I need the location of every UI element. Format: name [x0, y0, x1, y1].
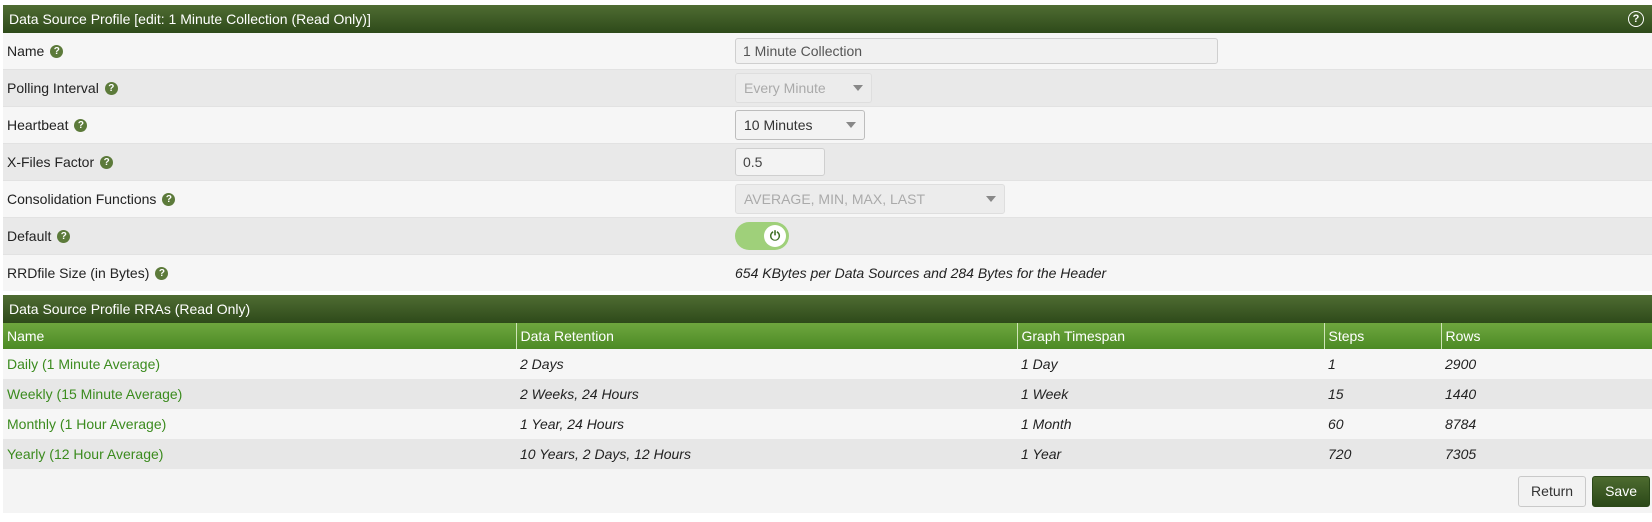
page-title: Data Source Profile [edit: 1 Minute Coll… — [9, 11, 371, 27]
return-button[interactable]: Return — [1518, 475, 1587, 507]
chevron-down-icon — [846, 122, 856, 128]
field-label: RRDfile Size (in Bytes) — [7, 265, 150, 281]
help-icon[interactable]: ? — [104, 81, 118, 95]
column-header[interactable]: Name — [3, 323, 517, 349]
form-row-default: Default? ⏻ — [3, 218, 1652, 255]
data-retention: 1 Year, 24 Hours — [516, 409, 1017, 439]
data-retention: 2 Weeks, 24 Hours — [516, 379, 1017, 409]
table-row: Monthly (1 Hour Average) 1 Year, 24 Hour… — [3, 409, 1652, 439]
column-header[interactable]: Data Retention — [516, 323, 1018, 349]
rows: 7305 — [1441, 439, 1652, 469]
rra-table: Name Data Retention Graph Timespan Steps… — [3, 323, 1652, 469]
column-header[interactable]: Rows — [1441, 323, 1652, 349]
rows: 1440 — [1441, 379, 1652, 409]
help-icon[interactable]: ? — [155, 266, 169, 280]
help-icon[interactable]: ? — [162, 192, 176, 206]
graph-timespan: 1 Year — [1017, 439, 1324, 469]
field-label: Heartbeat — [7, 117, 69, 133]
steps: 15 — [1324, 379, 1441, 409]
rrdfile-size-value: 654 KBytes per Data Sources and 284 Byte… — [735, 265, 1107, 281]
form-row-name: Name? — [3, 33, 1652, 70]
form-row-consolidation: Consolidation Functions? AVERAGE, MIN, M… — [3, 181, 1652, 218]
xff-input[interactable] — [735, 148, 825, 176]
steps: 60 — [1324, 409, 1441, 439]
table-row: Yearly (12 Hour Average) 10 Years, 2 Day… — [3, 439, 1652, 469]
help-icon[interactable]: ? — [50, 44, 64, 58]
save-button[interactable]: Save — [1592, 475, 1650, 507]
form-row-polling-interval: Polling Interval? Every Minute — [3, 70, 1652, 107]
data-retention: 10 Years, 2 Days, 12 Hours — [516, 439, 1017, 469]
form-actions: Return Save — [3, 469, 1652, 513]
name-input[interactable] — [735, 38, 1218, 64]
data-retention: 2 Days — [516, 349, 1017, 379]
rra-name-link[interactable]: Weekly (15 Minute Average) — [3, 379, 516, 409]
rra-name-link[interactable]: Daily (1 Minute Average) — [3, 349, 516, 379]
field-label: X-Files Factor — [7, 154, 95, 170]
field-label: Name — [7, 43, 45, 59]
field-label: Polling Interval — [7, 80, 99, 96]
rra-name-link[interactable]: Monthly (1 Hour Average) — [3, 409, 516, 439]
polling-interval-select[interactable]: Every Minute — [735, 73, 872, 103]
field-label: Default — [7, 228, 52, 244]
table-row: Daily (1 Minute Average) 2 Days 1 Day 1 … — [3, 349, 1652, 379]
graph-timespan: 1 Month — [1017, 409, 1324, 439]
table-header-row: Name Data Retention Graph Timespan Steps… — [3, 323, 1652, 349]
panel-header: Data Source Profile [edit: 1 Minute Coll… — [3, 5, 1652, 33]
steps: 1 — [1324, 349, 1441, 379]
chevron-down-icon — [853, 85, 863, 91]
form-row-heartbeat: Heartbeat? 10 Minutes — [3, 107, 1652, 144]
select-value: Every Minute — [744, 80, 826, 96]
chevron-down-icon — [986, 196, 996, 202]
graph-timespan: 1 Day — [1017, 349, 1324, 379]
column-header[interactable]: Graph Timespan — [1017, 323, 1325, 349]
select-value: AVERAGE, MIN, MAX, LAST — [744, 191, 926, 207]
rows: 8784 — [1441, 409, 1652, 439]
heartbeat-select[interactable]: 10 Minutes — [735, 110, 865, 140]
rra-title: Data Source Profile RRAs (Read Only) — [9, 301, 251, 317]
power-icon: ⏻ — [764, 225, 786, 247]
rra-name-link[interactable]: Yearly (12 Hour Average) — [3, 439, 516, 469]
rra-header: Data Source Profile RRAs (Read Only) — [3, 295, 1652, 323]
help-icon[interactable]: ? — [57, 229, 71, 243]
table-row: Weekly (15 Minute Average) 2 Weeks, 24 H… — [3, 379, 1652, 409]
field-label: Consolidation Functions — [7, 191, 157, 207]
rows: 2900 — [1441, 349, 1652, 379]
question-circle-icon[interactable]: ? — [1628, 11, 1644, 27]
select-value: 10 Minutes — [744, 117, 813, 133]
default-toggle[interactable]: ⏻ — [735, 222, 789, 250]
help-icon[interactable]: ? — [100, 155, 114, 169]
graph-timespan: 1 Week — [1017, 379, 1324, 409]
help-icon[interactable]: ? — [74, 118, 88, 132]
consolidation-select[interactable]: AVERAGE, MIN, MAX, LAST — [735, 184, 1005, 214]
form-row-xff: X-Files Factor? — [3, 144, 1652, 181]
column-header[interactable]: Steps — [1324, 323, 1442, 349]
form-row-rrdfile: RRDfile Size (in Bytes)? 654 KBytes per … — [3, 255, 1652, 291]
steps: 720 — [1324, 439, 1441, 469]
